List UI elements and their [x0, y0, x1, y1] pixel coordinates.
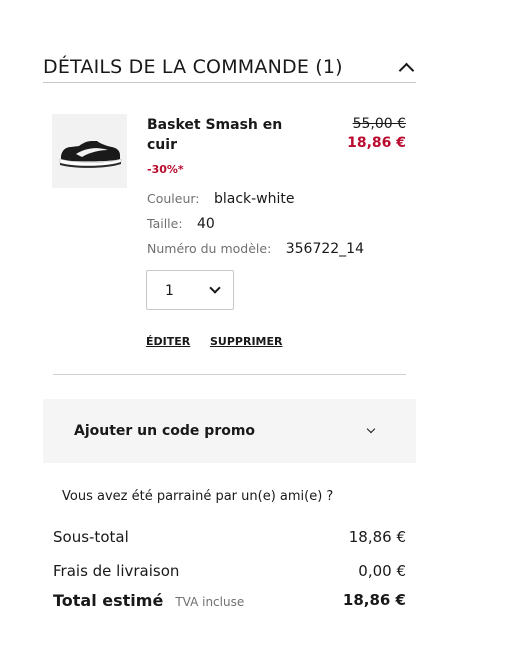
chevron-down-icon — [366, 424, 376, 434]
color-value: black-white — [213, 191, 295, 207]
total-label-text: Total estimé — [53, 591, 164, 610]
order-details-title: DÉTAILS DE LA COMMANDE (1) — [43, 56, 343, 78]
remove-link[interactable]: SUPPRIMER — [210, 335, 282, 348]
edit-link[interactable]: ÉDITER — [146, 335, 190, 348]
subtotal-label: Sous-total — [53, 528, 129, 546]
quantity-value: 1 — [165, 283, 174, 299]
model-label: Numéro du modèle: — [147, 241, 272, 256]
color-attribute: Couleur: black-white — [147, 191, 295, 207]
sneaker-icon — [59, 141, 122, 168]
order-details-header[interactable]: DÉTAILS DE LA COMMANDE (1) — [43, 56, 416, 83]
total-label: Total estimé TVA incluse — [53, 591, 244, 610]
promo-code-label: Ajouter un code promo — [74, 423, 256, 439]
size-value: 40 — [197, 216, 215, 232]
referral-link[interactable]: Vous avez été parrainé par un(e) ami(e) … — [62, 489, 333, 504]
subtotal-row: Sous-total 18,86 € — [53, 528, 406, 550]
promo-code-toggle[interactable]: Ajouter un code promo — [43, 399, 416, 463]
divider — [53, 374, 406, 375]
shipping-value: 0,00 € — [358, 562, 406, 580]
shipping-label: Frais de livraison — [53, 562, 180, 580]
shipping-row: Frais de livraison 0,00 € — [53, 562, 406, 584]
size-label: Taille: — [147, 216, 183, 231]
product-name[interactable]: Basket Smash en cuir — [147, 115, 287, 155]
tax-note: TVA incluse — [175, 595, 245, 609]
total-row: Total estimé TVA incluse 18,86 € — [53, 591, 406, 613]
total-value: 18,86 € — [342, 591, 406, 609]
quantity-select[interactable]: 1 — [146, 270, 234, 310]
model-attribute: Numéro du modèle: 356722_14 — [147, 241, 364, 257]
color-label: Couleur: — [147, 191, 200, 206]
product-thumbnail[interactable] — [52, 114, 127, 188]
sale-price: 18,86 € — [347, 135, 406, 151]
chevron-up-icon[interactable] — [398, 62, 415, 79]
subtotal-value: 18,86 € — [348, 528, 406, 546]
chevron-down-icon — [209, 282, 221, 294]
size-attribute: Taille: 40 — [147, 216, 215, 232]
model-value: 356722_14 — [285, 241, 364, 257]
discount-badge: -30%* — [147, 163, 184, 176]
original-price: 55,00 € — [352, 116, 406, 132]
